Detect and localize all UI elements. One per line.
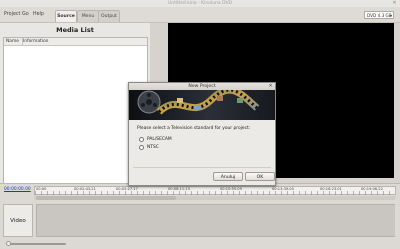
media-list-header: Name Information [4,38,147,46]
window-close-icon[interactable]: ✕ [392,1,397,6]
window-title-bar: Untitled.kino - Kinoluna DVD ✕ [0,0,400,7]
current-time-display[interactable]: 00:00:00.00 [4,187,32,193]
film-reel-icon [129,90,275,120]
menu-project[interactable]: Project [4,10,20,19]
timeline-panel: 00:00:00.00 00:00 00:02:43.21 00:05:27.1… [0,183,400,249]
scrollbar-thumb[interactable] [36,196,176,200]
radio-pal-secam[interactable]: PAL/SECAM [139,136,199,143]
radio-circle-icon[interactable] [139,145,144,150]
ruler-ticks [35,191,395,195]
radio-ntsc[interactable]: NTSC [139,144,199,151]
dialog-separator [133,167,271,168]
column-header-information[interactable]: Information [23,38,48,45]
dialog-prompt-text: Please select a Television standard for … [137,126,251,131]
radio-circle-icon[interactable] [139,137,144,142]
column-header-name[interactable]: Name [6,38,19,45]
film-strip-banner-image [129,90,275,120]
tab-output[interactable]: Output [98,10,120,22]
video-track-lane[interactable] [36,204,396,237]
tab-menu[interactable]: Menu [77,10,99,22]
timeline-horizontal-scrollbar[interactable] [34,196,396,200]
menu-bar: Project Go Help Source Menu Output DVD 4… [0,7,400,23]
radio-label-ntsc: NTSC [147,145,159,150]
ok-button[interactable]: OK [245,172,275,181]
cancel-button[interactable]: Anuluj [213,172,243,181]
tab-source[interactable]: Source [55,10,77,22]
menu-help[interactable]: Help [33,10,44,19]
timeline-vertical-scrollbar[interactable] [395,198,399,238]
disk-size-value: DVD 4.3 GB [367,13,392,18]
chevron-down-icon: ▾ [389,13,392,18]
timeline-ruler[interactable]: 00:00 00:02:43.21 00:05:27.17 00:08:11.1… [34,186,396,195]
disk-size-select[interactable]: DVD 4.3 GB ▾ [364,11,394,19]
menu-go[interactable]: Go [22,10,29,19]
zoom-slider-handle[interactable] [6,241,11,246]
track-label-video: Video [3,204,33,237]
window-title: Untitled.kino - Kinoluna DVD [167,1,233,6]
radio-label-pal-secam: PAL/SECAM [147,137,172,142]
dialog-title: New Project [188,84,216,89]
dialog-close-icon[interactable]: ✕ [268,84,273,89]
media-list-table[interactable]: Name Information [3,37,148,184]
media-list-title: Media List [56,26,94,34]
new-project-dialog: New Project ✕ Please select a Television… [128,82,276,186]
dialog-title-bar[interactable]: New Project ✕ [129,83,275,90]
timeline-zoom-slider[interactable] [6,241,66,246]
